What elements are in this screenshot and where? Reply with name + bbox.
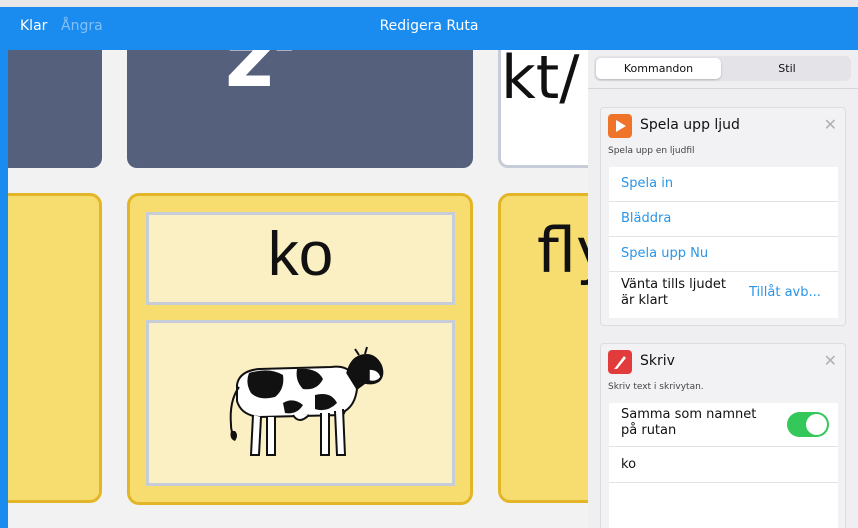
page-title: Redigera Ruta <box>379 18 479 34</box>
wait-label-2: är klart <box>621 293 668 308</box>
card-title: Spela upp ljud <box>640 117 740 133</box>
grid-tile-partial[interactable]: kt/ <box>498 50 588 168</box>
tile-word: fly <box>537 214 588 287</box>
toggle-label-2: på rutan <box>621 423 677 438</box>
tile-word: kt/ <box>501 50 580 113</box>
pen-icon <box>608 350 632 374</box>
card-subtitle: Spela upp en ljudfil <box>608 146 695 156</box>
close-icon[interactable]: ✕ <box>824 115 837 134</box>
write-text-field[interactable]: ko <box>621 457 636 472</box>
wait-value[interactable]: Tillåt avb... <box>749 285 821 300</box>
left-edge-strip <box>0 50 8 528</box>
sleep-zz-icon: z- <box>225 50 295 106</box>
card-subtitle: Skriv text i skrivytan. <box>608 382 704 392</box>
divider <box>588 88 858 89</box>
grid-canvas: z- kt/ ko <box>8 50 588 528</box>
grid-tile[interactable] <box>8 193 102 503</box>
toggle-knob <box>806 414 827 435</box>
write-card: Skriv ✕ Skriv text i skrivytan. Samma so… <box>600 343 846 528</box>
play-icon <box>608 114 632 138</box>
grid-tile-partial[interactable]: fly <box>498 193 588 503</box>
play-now-row[interactable]: Spela upp Nu <box>609 237 838 272</box>
top-bar: Klar Ångra Redigera Ruta <box>0 0 858 50</box>
cow-icon <box>229 346 384 456</box>
tile-label: ko <box>267 220 334 289</box>
grid-tile-sleep[interactable]: z- <box>127 50 473 168</box>
record-button[interactable]: Spela in <box>621 176 673 191</box>
wait-label: Vänta tills ljudet <box>621 277 726 292</box>
record-row[interactable]: Spela in <box>609 167 838 202</box>
browse-row[interactable]: Bläddra <box>609 202 838 237</box>
wait-row[interactable]: Vänta tills ljudet är klart Tillåt avb..… <box>609 272 838 318</box>
tab-commands[interactable]: Kommandon <box>596 58 721 79</box>
play-now-button[interactable]: Spela upp Nu <box>621 246 708 261</box>
grid-tile-ko-selected[interactable]: ko <box>127 193 473 505</box>
browse-button[interactable]: Bläddra <box>621 211 671 226</box>
tile-image-box[interactable] <box>146 320 455 486</box>
grid-tile[interactable] <box>8 50 102 168</box>
segmented-control: Kommandon Stil <box>594 56 851 81</box>
write-text-row[interactable]: ko <box>609 447 838 483</box>
play-sound-card: Spela upp ljud ✕ Spela upp en ljudfil Sp… <box>600 107 846 326</box>
write-options: Samma som namnet på rutan ko <box>609 403 838 528</box>
inspector-panel: Kommandon Stil Spela upp ljud ✕ Spela up… <box>588 50 858 528</box>
card-title: Skriv <box>640 353 675 369</box>
tile-label-box[interactable]: ko <box>146 212 455 305</box>
tab-style[interactable]: Stil <box>725 58 849 79</box>
toggle-label: Samma som namnet <box>621 407 757 422</box>
close-icon[interactable]: ✕ <box>824 351 837 370</box>
same-as-name-row[interactable]: Samma som namnet på rutan <box>609 403 838 447</box>
same-as-name-toggle[interactable] <box>787 412 829 437</box>
play-sound-options: Spela in Bläddra Spela upp Nu Vänta till… <box>609 167 838 318</box>
